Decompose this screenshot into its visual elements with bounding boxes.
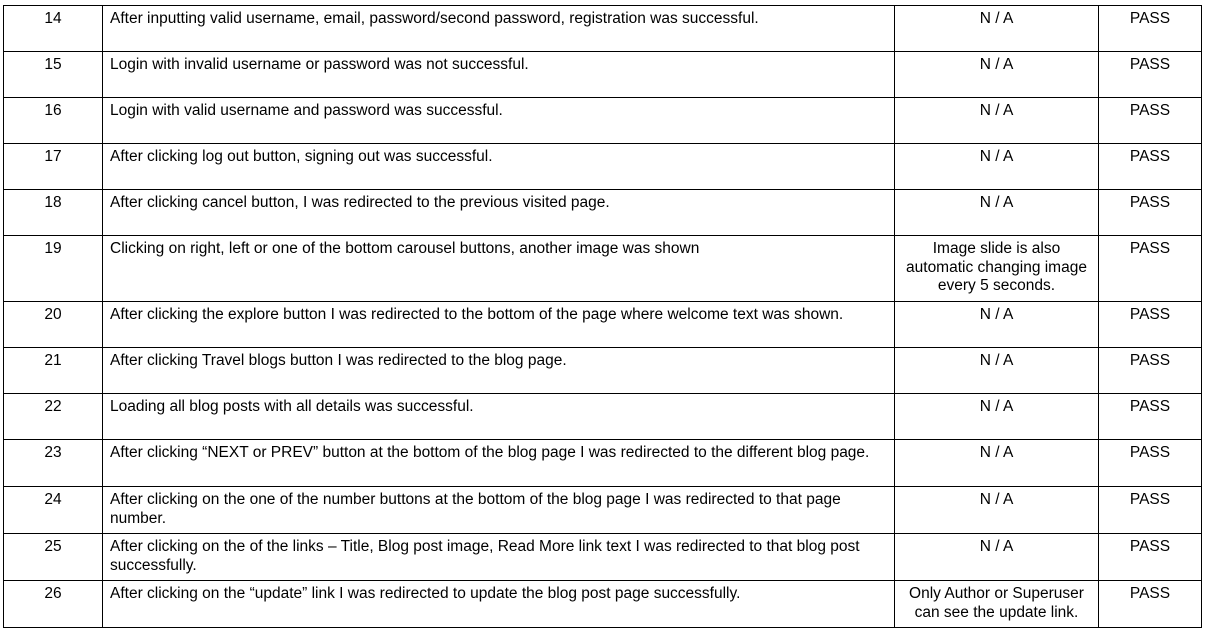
test-number: 23 — [3, 439, 103, 487]
test-description: After clicking “NEXT or PREV” button at … — [102, 439, 895, 487]
test-description: Clicking on right, left or one of the bo… — [102, 235, 895, 302]
table-row: 23 After clicking “NEXT or PREV” button … — [3, 439, 1202, 487]
table-row: 24 After clicking on the one of the numb… — [3, 486, 1202, 534]
test-description: After clicking the explore button I was … — [102, 301, 895, 348]
test-description: After clicking Travel blogs button I was… — [102, 347, 895, 394]
test-number: 20 — [3, 301, 103, 348]
test-note: N / A — [894, 486, 1099, 534]
table-row: 19 Clicking on right, left or one of the… — [3, 235, 1202, 302]
test-note: N / A — [894, 301, 1099, 348]
test-description: After inputting valid username, email, p… — [102, 5, 895, 52]
test-number: 22 — [3, 393, 103, 440]
table-row: 14 After inputting valid username, email… — [3, 5, 1202, 52]
test-result: PASS — [1098, 347, 1202, 394]
test-note: N / A — [894, 439, 1099, 487]
test-result: PASS — [1098, 235, 1202, 302]
test-result: PASS — [1098, 486, 1202, 534]
test-result: PASS — [1098, 143, 1202, 190]
test-number: 21 — [3, 347, 103, 394]
table-row: 15 Login with invalid username or passwo… — [3, 51, 1202, 98]
test-note: Only Author or Superuser can see the upd… — [894, 580, 1099, 628]
test-description: After clicking on the “update” link I wa… — [102, 580, 895, 628]
table-row: 20 After clicking the explore button I w… — [3, 301, 1202, 348]
table-row: 26 After clicking on the “update” link I… — [3, 580, 1202, 628]
test-description: After clicking on the of the links – Tit… — [102, 533, 895, 581]
test-result: PASS — [1098, 301, 1202, 348]
table-row: 21 After clicking Travel blogs button I … — [3, 347, 1202, 394]
test-number: 14 — [3, 5, 103, 52]
test-result: PASS — [1098, 580, 1202, 628]
test-description: After clicking log out button, signing o… — [102, 143, 895, 190]
test-number: 16 — [3, 97, 103, 144]
test-result: PASS — [1098, 97, 1202, 144]
test-number: 15 — [3, 51, 103, 98]
test-note: N / A — [894, 51, 1099, 98]
test-result: PASS — [1098, 5, 1202, 52]
test-number: 17 — [3, 143, 103, 190]
test-result: PASS — [1098, 533, 1202, 581]
table-row: 16 Login with valid username and passwor… — [3, 97, 1202, 144]
test-number: 25 — [3, 533, 103, 581]
test-result: PASS — [1098, 393, 1202, 440]
table-row: 17 After clicking log out button, signin… — [3, 143, 1202, 190]
test-note: N / A — [894, 347, 1099, 394]
test-note: N / A — [894, 5, 1099, 52]
test-description: Login with invalid username or password … — [102, 51, 895, 98]
test-description: After clicking cancel button, I was redi… — [102, 189, 895, 236]
test-description: After clicking on the one of the number … — [102, 486, 895, 534]
test-note: N / A — [894, 393, 1099, 440]
test-number: 26 — [3, 580, 103, 628]
test-note: N / A — [894, 533, 1099, 581]
test-result: PASS — [1098, 51, 1202, 98]
test-number: 24 — [3, 486, 103, 534]
test-note: Image slide is also automatic changing i… — [894, 235, 1099, 302]
test-description: Loading all blog posts with all details … — [102, 393, 895, 440]
test-description: Login with valid username and password w… — [102, 97, 895, 144]
table-row: 25 After clicking on the of the links – … — [3, 533, 1202, 581]
table-row: 18 After clicking cancel button, I was r… — [3, 189, 1202, 236]
test-result: PASS — [1098, 189, 1202, 236]
test-note: N / A — [894, 97, 1099, 144]
test-number: 18 — [3, 189, 103, 236]
test-result: PASS — [1098, 439, 1202, 487]
test-note: N / A — [894, 143, 1099, 190]
test-note: N / A — [894, 189, 1099, 236]
test-results-table: 14 After inputting valid username, email… — [3, 5, 1202, 628]
test-number: 19 — [3, 235, 103, 302]
table-row: 22 Loading all blog posts with all detai… — [3, 393, 1202, 440]
